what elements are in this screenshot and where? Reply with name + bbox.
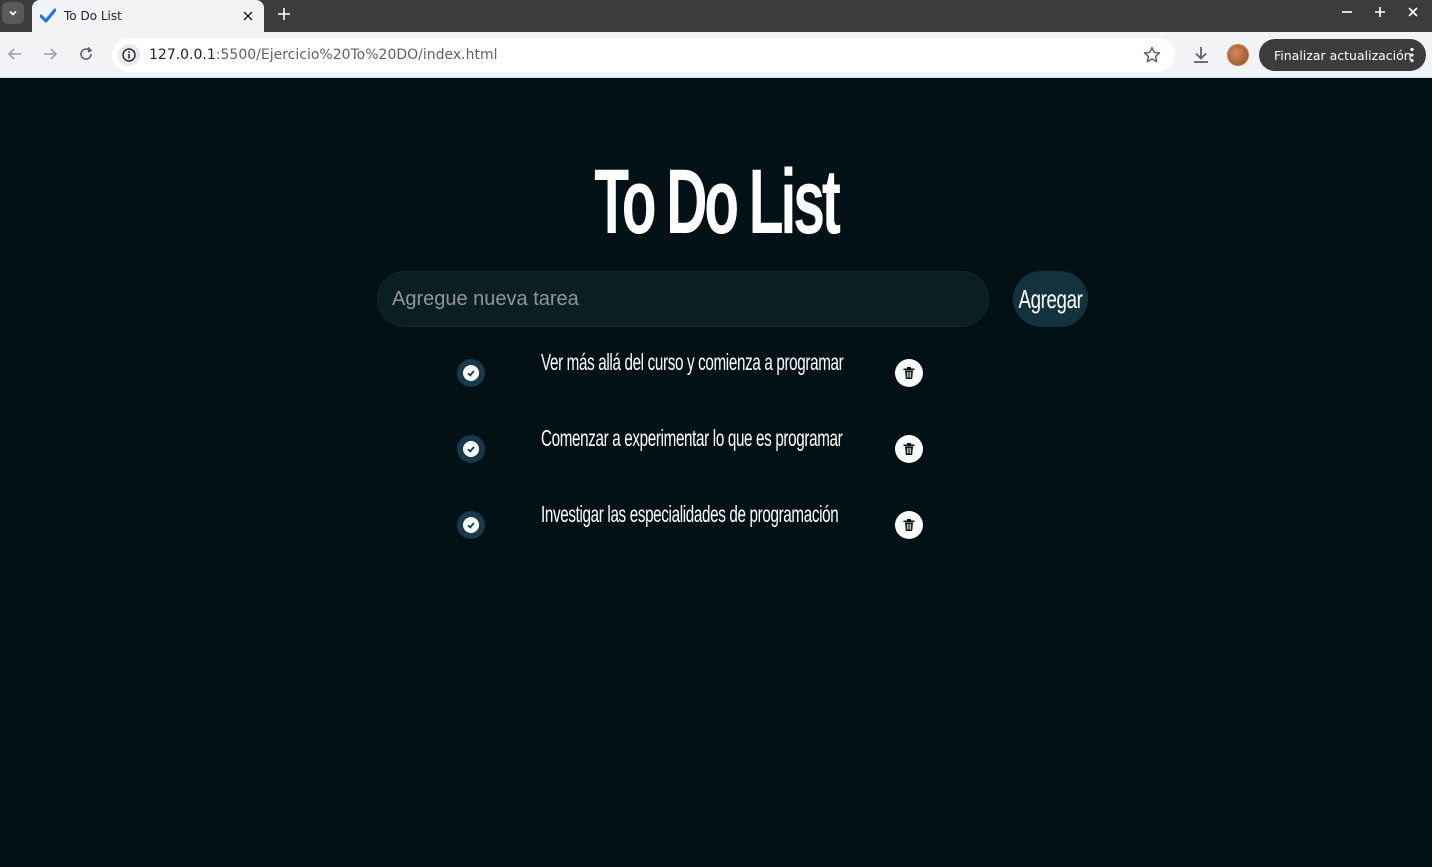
- check-icon: [463, 365, 479, 381]
- task-item: Investigar las especialidades de program…: [457, 501, 927, 543]
- close-window-icon[interactable]: [1401, 4, 1425, 20]
- task-item: Ver más allá del curso y comienza a prog…: [457, 349, 927, 391]
- complete-task-button[interactable]: [457, 359, 485, 387]
- maximize-icon[interactable]: [1368, 4, 1392, 20]
- check-icon: [463, 517, 479, 533]
- star-icon[interactable]: [1143, 46, 1161, 64]
- url-path: :5500/Ejercicio%20To%20DO/index.html: [215, 47, 498, 63]
- url-host: 127.0.0.1: [149, 47, 216, 63]
- delete-task-button[interactable]: [895, 435, 923, 463]
- task-text: Ver más allá del curso y comienza a prog…: [541, 349, 844, 375]
- minimize-icon[interactable]: [1335, 4, 1359, 20]
- more-icon[interactable]: [1410, 47, 1414, 63]
- check-icon: [463, 441, 479, 457]
- reload-icon[interactable]: [74, 42, 98, 66]
- complete-task-button[interactable]: [457, 511, 485, 539]
- delete-task-button[interactable]: [895, 359, 923, 387]
- trash-icon: [903, 519, 915, 531]
- close-icon[interactable]: [240, 8, 256, 24]
- update-button[interactable]: Finalizar actualización: [1259, 39, 1426, 71]
- tab-title: To Do List: [64, 9, 122, 23]
- back-icon[interactable]: [3, 42, 27, 66]
- address-bar[interactable]: 127.0.0.1:5500/Ejercicio%20To%20DO/index…: [112, 38, 1175, 72]
- new-task-input[interactable]: [377, 271, 989, 327]
- trash-icon: [903, 443, 915, 455]
- tab-strip: To Do List: [0, 0, 1432, 32]
- add-task-button-label: Agregar: [1018, 283, 1083, 314]
- complete-task-button[interactable]: [457, 435, 485, 463]
- url-text[interactable]: 127.0.0.1:5500/Ejercicio%20To%20DO/index…: [149, 47, 498, 63]
- page-title: To Do List: [594, 151, 841, 253]
- task-text: Investigar las especialidades de program…: [541, 501, 839, 527]
- plus-icon[interactable]: [274, 4, 294, 24]
- site-info-icon[interactable]: [118, 44, 140, 66]
- task-text: Comenzar a experimentar lo que es progra…: [541, 425, 843, 451]
- trash-icon: [903, 367, 915, 379]
- delete-task-button[interactable]: [895, 511, 923, 539]
- page-content: To Do List Agregar Ver más allá del curs…: [0, 79, 1432, 867]
- update-button-label: Finalizar actualización: [1274, 47, 1412, 63]
- tab-search-icon[interactable]: [2, 2, 24, 24]
- task-item: Comenzar a experimentar lo que es progra…: [457, 425, 927, 467]
- browser-toolbar: 127.0.0.1:5500/Ejercicio%20To%20DO/index…: [0, 32, 1432, 78]
- todo-favicon-icon: [40, 8, 56, 23]
- browser-tab[interactable]: To Do List: [32, 0, 264, 32]
- avatar[interactable]: [1227, 44, 1249, 66]
- download-icon[interactable]: [1190, 44, 1212, 66]
- add-task-button[interactable]: Agregar: [1013, 271, 1088, 327]
- forward-icon[interactable]: [38, 42, 62, 66]
